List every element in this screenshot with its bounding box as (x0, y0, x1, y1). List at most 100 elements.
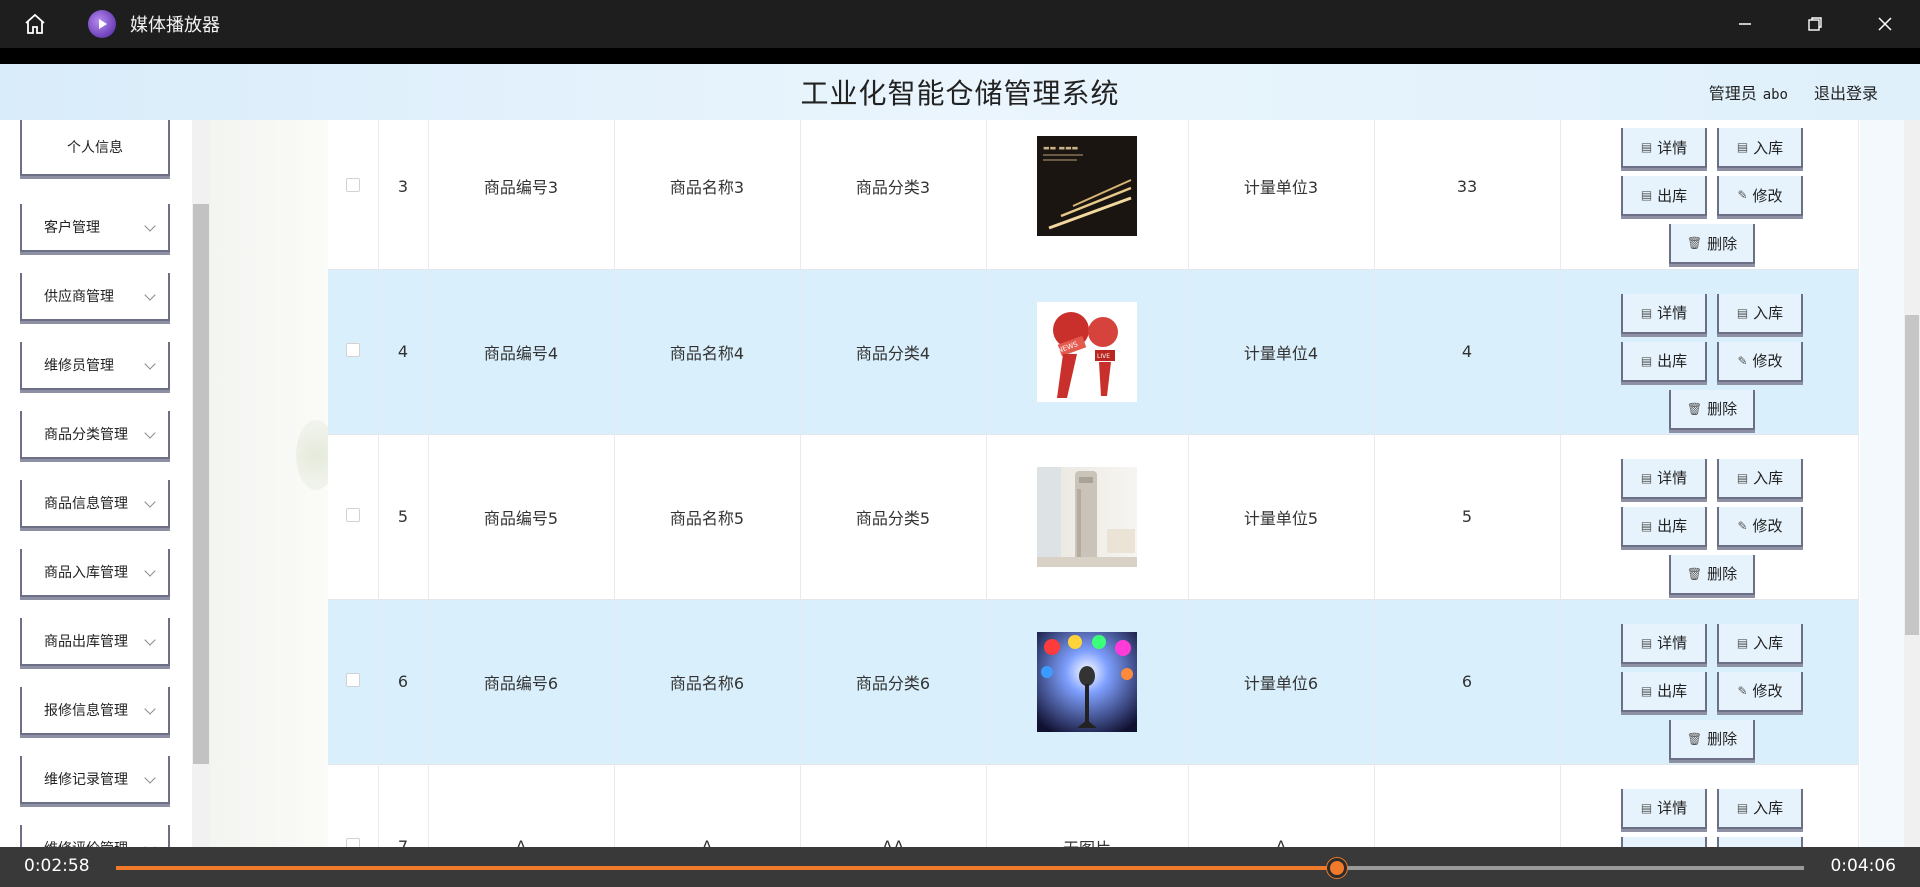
row-checkbox[interactable] (345, 177, 360, 192)
cell-unit: A (1188, 764, 1375, 847)
stock-in-button[interactable]: ▤ 入库 (1717, 293, 1803, 334)
close-button[interactable] (1850, 0, 1920, 48)
row-checkbox[interactable] (345, 673, 360, 687)
app-title: 媒体播放器 (130, 15, 220, 36)
product-thumbnail (1037, 466, 1137, 567)
cell-product-name: 商品名称5 (614, 434, 801, 599)
stock-in-button[interactable]: ▤ 入库 (1717, 623, 1803, 664)
delete-button[interactable]: 🗑 删除 (1669, 719, 1755, 760)
sidebar-item-stock-in[interactable]: 商品入库管理 (20, 549, 170, 597)
cell-product-code: 商品编号5 (428, 434, 615, 599)
sidebar-item-profile[interactable]: 个人信息 (20, 120, 170, 176)
restore-button[interactable] (1780, 0, 1850, 48)
sidebar-item-repairers[interactable]: 维修员管理 (20, 342, 170, 390)
home-button[interactable] (0, 0, 70, 48)
detail-button[interactable]: ▤ 详情 (1621, 293, 1707, 334)
document-icon: ▤ (1640, 518, 1653, 533)
document-icon: ▤ (1640, 800, 1653, 815)
user-info: 管理员 abo (1709, 80, 1788, 104)
detail-button[interactable]: ▤ 详情 (1621, 788, 1707, 829)
stock-in-button[interactable]: ▤ 入库 (1717, 788, 1803, 829)
cell-index: 5 (378, 434, 429, 599)
product-thumbnail: NEWS LIVE (1037, 301, 1137, 402)
sidebar-item-repair-requests[interactable]: 报修信息管理 (20, 687, 170, 735)
detail-button[interactable]: ▤ 详情 (1621, 128, 1707, 169)
delete-button[interactable]: 🗑 删除 (1669, 224, 1755, 265)
edit-button[interactable]: ✎ 修改 (1717, 671, 1803, 712)
minimize-button[interactable] (1710, 0, 1780, 48)
cell-quantity: 6 (1374, 599, 1561, 764)
stock-out-button[interactable]: ▤出库 (1621, 341, 1707, 382)
sidebar-item-product-info[interactable]: 商品信息管理 (20, 480, 170, 528)
system-title: 工业化智能仓储管理系统 (800, 77, 1120, 110)
edit-button[interactable]: ✎修改 (1717, 176, 1803, 217)
document-icon: ▤ (1736, 800, 1749, 815)
sidebar-item-customers[interactable]: 客户管理 (20, 204, 170, 252)
cell-product-image: NEWS LIVE (986, 269, 1189, 434)
detail-button[interactable]: ▤ 详情 (1621, 623, 1707, 664)
svg-text:LIVE: LIVE (1097, 353, 1110, 360)
cell-product-image (986, 434, 1189, 599)
seek-bar[interactable] (116, 858, 1804, 878)
trash-icon: 🗑 (1686, 566, 1703, 581)
cell-product-name: A (614, 764, 801, 847)
chevron-down-icon (144, 703, 156, 715)
close-icon (1878, 17, 1892, 31)
chevron-down-icon (144, 358, 156, 370)
detail-button-label: 详情 (1657, 138, 1688, 157)
page-scrollbar-thumb[interactable] (1905, 315, 1919, 635)
logout-link[interactable]: 退出登录 (1814, 80, 1878, 104)
stock-out-button-label: 出库 (1657, 352, 1688, 370)
cell-product-image: ▬▬ ▬▬▬ (986, 120, 1189, 269)
row-checkbox[interactable] (345, 838, 360, 847)
stock-in-button[interactable]: ▤ 入库 (1717, 458, 1803, 499)
sidebar-item-repair-records[interactable]: 维修记录管理 (20, 756, 170, 804)
stock-in-button-label: 入库 (1753, 469, 1784, 487)
sidebar-item-label: 商品出库管理 (44, 634, 128, 650)
row-checkbox[interactable] (345, 343, 360, 357)
document-icon: ▤ (1640, 470, 1653, 485)
row-checkbox[interactable] (345, 508, 360, 522)
stock-out-button[interactable]: ▤出库 (1621, 671, 1707, 712)
stock-out-button[interactable]: ▤出库 (1621, 836, 1707, 847)
delete-button-label: 删除 (1707, 400, 1738, 418)
row-actions: ▤ 详情 ▤ 入库 ▤ 出库 ✎ 修改 🗑 删除 (1619, 447, 1803, 595)
sidebar-item-label: 维修评价管理 (44, 838, 128, 847)
edit-button-label: 修改 (1752, 682, 1783, 700)
delete-button[interactable]: 🗑 删除 (1669, 389, 1755, 430)
edit-button[interactable]: ✎修改 (1717, 341, 1803, 382)
document-icon: ▤ (1640, 140, 1653, 155)
cell-product-category: AA (800, 764, 987, 847)
pencil-icon: ✎ (1737, 683, 1748, 698)
stock-out-button-label: 出库 (1657, 682, 1688, 700)
stock-in-button-label: 入库 (1753, 799, 1784, 817)
trash-icon: 🗑 (1686, 236, 1703, 251)
delete-button-label: 删除 (1707, 730, 1738, 748)
product-table: 3 商品编号3 商品名称3 商品分类3 ▬▬ ▬▬▬ 计量单位3 33 ▤ 详情 … (328, 120, 1859, 847)
cell-product-image: 无图片 (986, 764, 1189, 847)
edit-button[interactable]: ✎修改 (1717, 506, 1803, 547)
sidebar-item-suppliers[interactable]: 供应商管理 (20, 273, 170, 321)
document-icon: ▤ (1736, 140, 1749, 155)
sidebar-item-stock-out[interactable]: 商品出库管理 (20, 618, 170, 666)
row-actions: ▤ 详情 ▤ 入库 ▤ 出库 ✎ 修改 🗑 删除 (1619, 282, 1803, 430)
user-role: 管理员 (1708, 84, 1757, 103)
cell-unit: 计量单位6 (1188, 599, 1375, 764)
sidebar-item-repair-reviews[interactable]: 维修评价管理 (20, 825, 170, 847)
detail-button[interactable]: ▤ 详情 (1621, 458, 1707, 499)
cell-quantity (1374, 764, 1561, 847)
stock-out-button-label: 出库 (1657, 517, 1688, 535)
sidebar-item-label: 商品入库管理 (44, 565, 128, 581)
stock-out-button[interactable]: ▤出库 (1621, 176, 1707, 217)
stock-out-button[interactable]: ▤ 出库 (1621, 506, 1707, 547)
pencil-icon: ✎ (1737, 353, 1748, 368)
trash-icon: 🗑 (1686, 401, 1703, 416)
edit-button[interactable]: ✎修改 (1717, 836, 1803, 847)
delete-button[interactable]: 🗑 删除 (1669, 554, 1755, 595)
document-icon: ▤ (1640, 305, 1653, 320)
sidebar-scrollbar-thumb[interactable] (193, 204, 209, 764)
page-scrollbar[interactable] (1904, 120, 1920, 847)
sidebar-item-product-categories[interactable]: 商品分类管理 (20, 411, 170, 459)
seek-handle[interactable] (1327, 858, 1348, 878)
stock-in-button[interactable]: ▤ 入库 (1717, 128, 1803, 169)
